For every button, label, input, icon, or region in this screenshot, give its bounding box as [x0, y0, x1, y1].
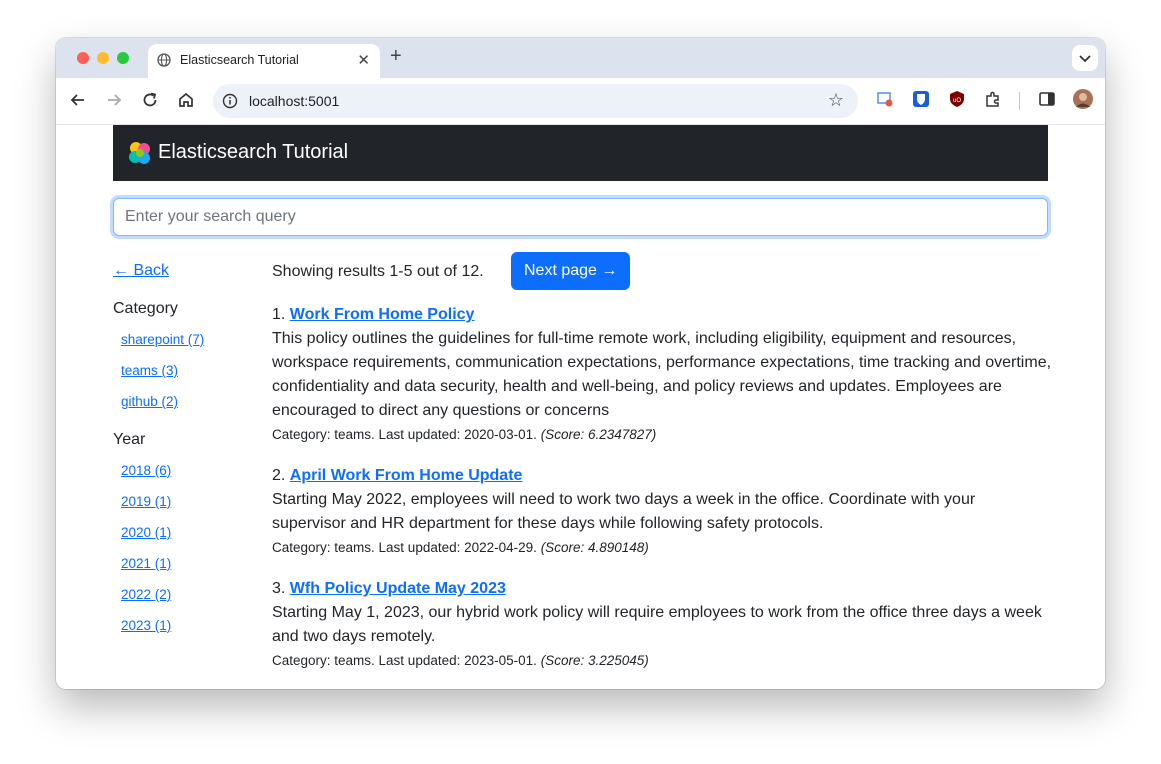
results-panel: Showing results 1-5 out of 12. Next page…	[272, 250, 1052, 689]
result-score: (Score: 6.2347827)	[540, 427, 657, 442]
brand-title[interactable]: Elasticsearch Tutorial	[158, 141, 348, 164]
info-icon[interactable]	[222, 93, 238, 109]
result-item: 2. April Work From Home Update Starting …	[272, 464, 1052, 560]
tab-strip: Elasticsearch Tutorial ✕ +	[56, 38, 1105, 78]
year-filter-2022[interactable]: 2022 (2)	[113, 579, 253, 610]
result-meta: Category: teams. Last updated: 2023-05-0…	[272, 649, 1052, 673]
home-icon[interactable]	[176, 90, 196, 110]
ublock-icon[interactable]: uO	[948, 90, 966, 108]
browser-toolbar: localhost:5001 ☆ uO	[56, 78, 1105, 125]
toolbar-divider	[1019, 92, 1020, 110]
result-meta: Category: teams. Last updated: 2020-03-0…	[272, 423, 1052, 447]
next-page-button[interactable]: Next page →	[511, 252, 631, 290]
elasticsearch-logo-icon	[129, 142, 150, 164]
result-link[interactable]: April Work From Home Update	[290, 467, 523, 484]
results-header: Showing results 1-5 out of 12. Next page…	[272, 250, 1052, 298]
chevron-down-icon	[1079, 55, 1091, 63]
reload-icon[interactable]	[140, 90, 160, 110]
result-link[interactable]: Work From Home Policy	[290, 306, 475, 323]
bitwarden-icon[interactable]	[912, 90, 930, 108]
result-index: 2.	[272, 467, 286, 484]
result-item: 1. Work From Home Policy This policy out…	[272, 303, 1052, 447]
tab-title: Elasticsearch Tutorial	[180, 53, 299, 67]
results-count: Showing results 1-5 out of 12.	[272, 263, 484, 280]
address-bar[interactable]: localhost:5001 ☆	[213, 84, 858, 118]
app-navbar: Elasticsearch Tutorial	[113, 125, 1048, 181]
forward-icon[interactable]	[104, 90, 124, 110]
back-link[interactable]: ← Back	[113, 262, 253, 286]
result-score: (Score: 3.225045)	[540, 653, 649, 668]
profile-avatar[interactable]	[1073, 89, 1093, 109]
category-filter-teams[interactable]: teams (3)	[113, 355, 253, 386]
category-filter-github[interactable]: github (2)	[113, 386, 253, 417]
result-description: This policy outlines the guidelines for …	[272, 330, 1052, 419]
tab-active[interactable]: Elasticsearch Tutorial ✕	[148, 44, 380, 78]
maximize-window-button[interactable]	[117, 52, 129, 64]
year-heading: Year	[113, 431, 146, 448]
year-filter-2020[interactable]: 2020 (1)	[113, 517, 253, 548]
minimize-window-button[interactable]	[97, 52, 109, 64]
year-filter-2019[interactable]: 2019 (1)	[113, 486, 253, 517]
url-text: localhost:5001	[249, 93, 340, 109]
browser-window: Elasticsearch Tutorial ✕ + localhost:500…	[56, 38, 1105, 689]
result-meta: Category: teams. Last updated: 2022-04-2…	[272, 536, 1052, 560]
result-meta-text: Category: teams. Last updated: 2020-03-0…	[272, 427, 537, 442]
result-score: (Score: 4.890148)	[540, 540, 649, 555]
result-description: Starting May 1, 2023, our hybrid work po…	[272, 604, 1042, 645]
result-description: Starting May 2022, employees will need t…	[272, 491, 976, 532]
result-title: 1. Work From Home Policy	[272, 303, 1052, 327]
result-item: 3. Wfh Policy Update May 2023 Starting M…	[272, 577, 1052, 673]
result-title: 3. Wfh Policy Update May 2023	[272, 577, 1052, 601]
year-filter-2018[interactable]: 2018 (6)	[113, 455, 253, 486]
result-title: 2. April Work From Home Update	[272, 464, 1052, 488]
side-panel-icon[interactable]	[1038, 90, 1056, 108]
close-window-button[interactable]	[77, 52, 89, 64]
category-filter-sharepoint[interactable]: sharepoint (7)	[113, 324, 253, 355]
year-filter-2023[interactable]: 2023 (1)	[113, 610, 253, 641]
result-meta-text: Category: teams. Last updated: 2023-05-0…	[272, 653, 537, 668]
globe-icon	[157, 53, 171, 67]
result-meta-text: Category: teams. Last updated: 2022-04-2…	[272, 540, 537, 555]
svg-text:uO: uO	[953, 98, 961, 104]
filter-sidebar: ← Back Category sharepoint (7) teams (3)…	[113, 262, 253, 641]
tab-search-button[interactable]	[1072, 45, 1098, 71]
screenshot-extension-icon[interactable]	[876, 90, 894, 108]
category-heading: Category	[113, 300, 178, 317]
result-index: 3.	[272, 580, 286, 597]
page-content: Elasticsearch Tutorial ← Back Category s…	[56, 125, 1105, 689]
puzzle-icon[interactable]	[984, 90, 1002, 108]
back-icon[interactable]	[68, 90, 88, 110]
result-link[interactable]: Wfh Policy Update May 2023	[290, 580, 506, 597]
close-icon[interactable]: ✕	[357, 51, 370, 69]
search-input[interactable]	[113, 198, 1048, 236]
year-filter-2021[interactable]: 2021 (1)	[113, 548, 253, 579]
new-tab-button[interactable]: +	[390, 45, 402, 68]
result-index: 1.	[272, 306, 286, 323]
star-icon[interactable]: ☆	[828, 90, 844, 111]
